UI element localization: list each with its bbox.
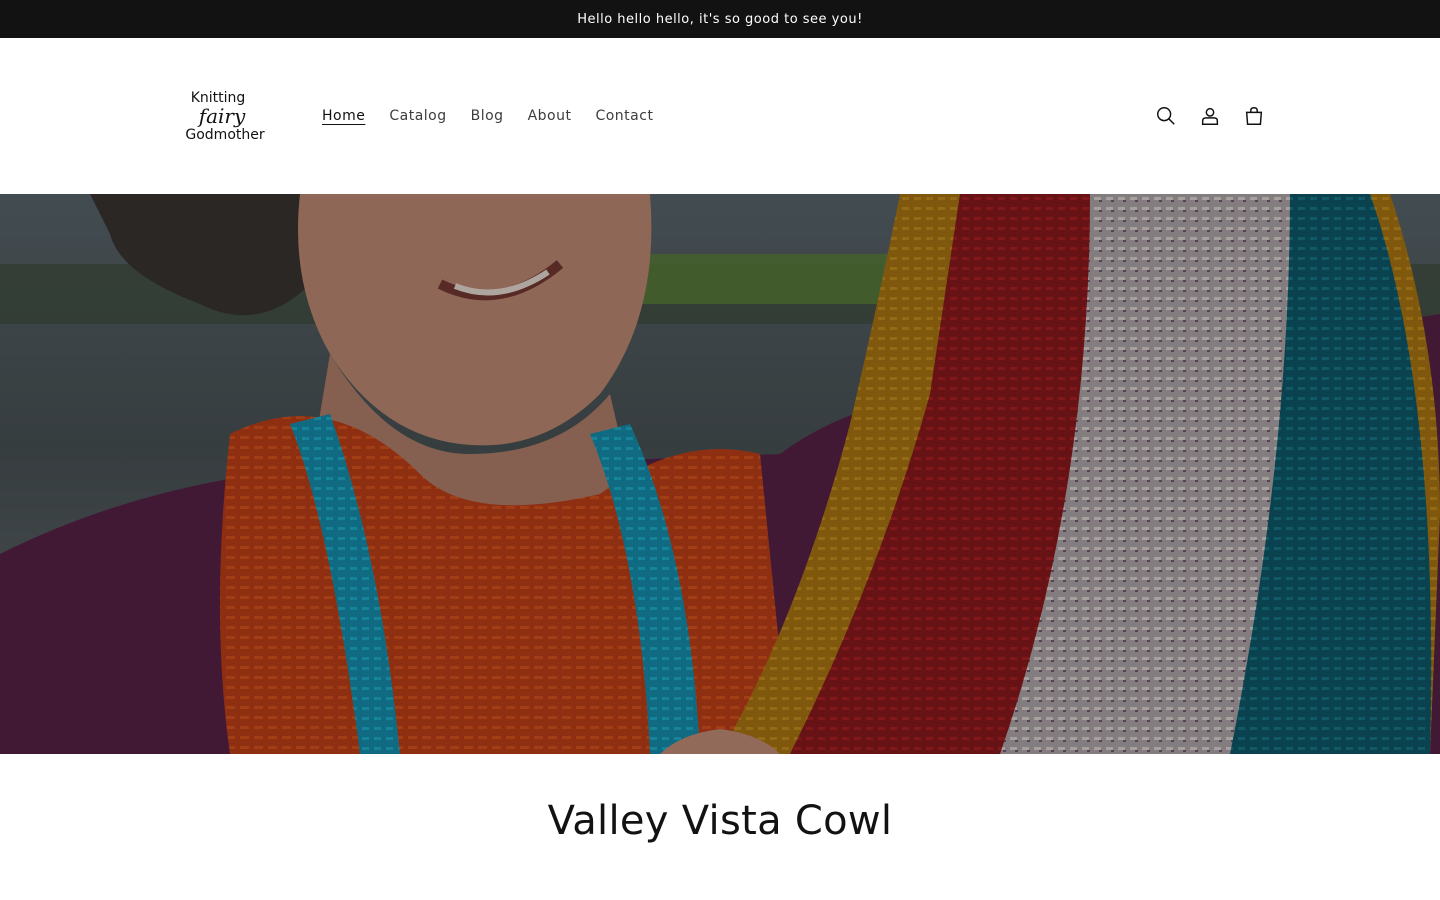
search-button[interactable] <box>1148 94 1184 138</box>
logo-line-2: fairy <box>198 103 246 128</box>
cart-icon <box>1245 107 1263 125</box>
product-title: Valley Vista Cowl <box>547 798 893 844</box>
account-icon <box>1201 107 1219 125</box>
main-nav: Home Catalog Blog About Contact <box>310 108 665 124</box>
account-button[interactable] <box>1192 94 1228 138</box>
logo-line-3: Godmother <box>185 126 265 143</box>
nav-item-home[interactable]: Home <box>310 108 377 124</box>
site-header: Knitting fairy Godmother Home Catalog Bl… <box>0 38 1440 194</box>
nav-item-about[interactable]: About <box>516 108 584 124</box>
hero-banner <box>0 194 1440 754</box>
hero-overlay <box>0 194 1440 754</box>
nav-item-contact[interactable]: Contact <box>583 108 665 124</box>
nav-item-catalog[interactable]: Catalog <box>377 108 458 124</box>
announcement-text: Hello hello hello, it's so good to see y… <box>577 11 863 27</box>
search-icon <box>1157 107 1175 125</box>
announcement-bar: Hello hello hello, it's so good to see y… <box>0 0 1440 38</box>
cart-button[interactable] <box>1236 94 1272 138</box>
logo-line-1: Knitting <box>190 89 246 106</box>
header-icons <box>1148 38 1272 194</box>
nav-item-blog[interactable]: Blog <box>459 108 516 124</box>
store-logo[interactable]: Knitting fairy Godmother <box>170 76 274 156</box>
